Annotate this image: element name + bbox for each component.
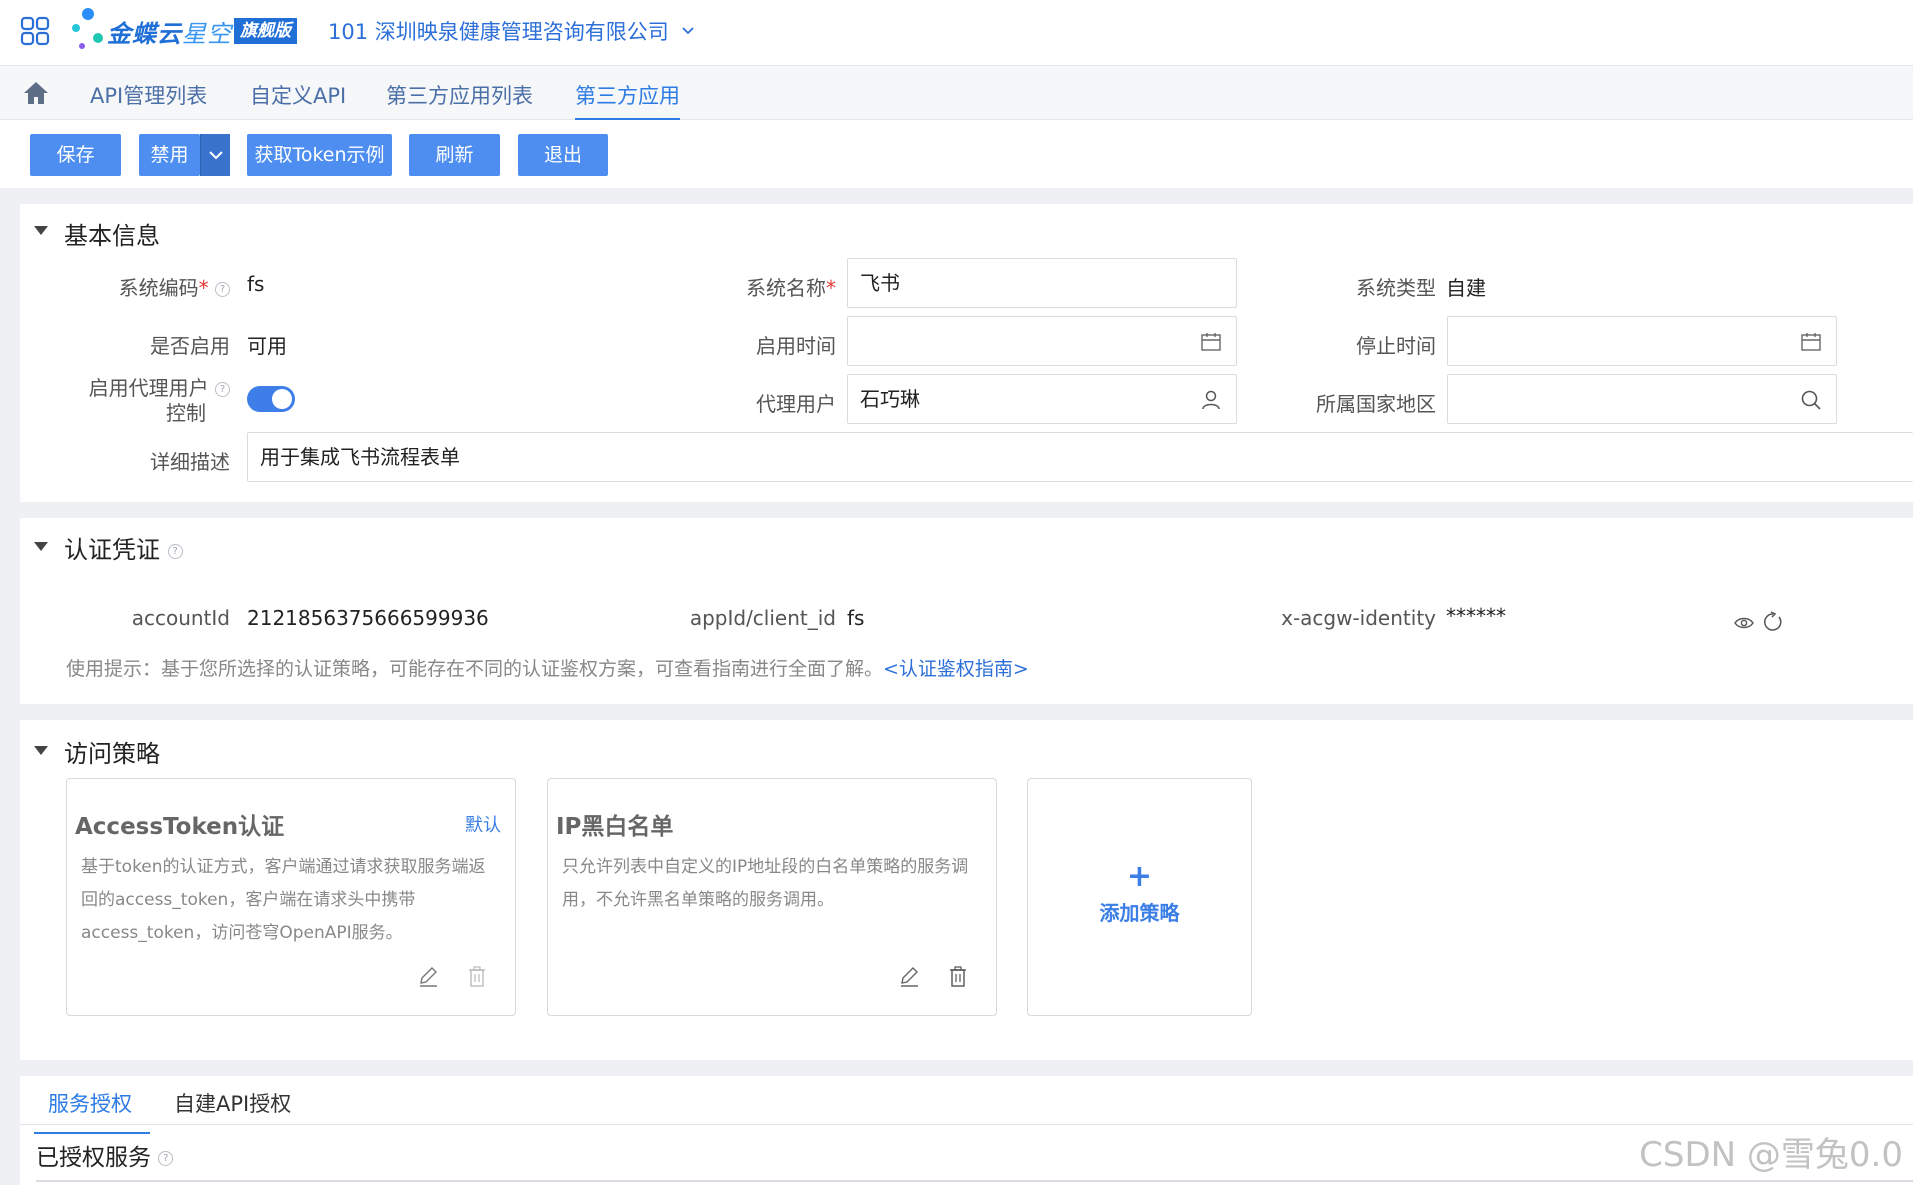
- toggle-knob: [272, 389, 292, 409]
- collapse-triangle-icon[interactable]: [34, 542, 48, 551]
- basic-info-section: 基本信息 系统编码* ? fs 系统名称* 飞书 系统类型 自建 是否启用 可用…: [20, 204, 1913, 502]
- identity-value: ******: [1446, 604, 1506, 628]
- table-header-edge: [36, 1180, 1913, 1185]
- collapse-triangle-icon[interactable]: [34, 746, 48, 755]
- csdn-watermark: CSDN @雪兔0.0: [1639, 1135, 1903, 1175]
- system-name-input[interactable]: 飞书: [847, 258, 1237, 308]
- enabled-value: 可用: [247, 334, 287, 358]
- app-id-label: appId/client_id: [689, 606, 836, 630]
- policy-title: IP黑白名单: [556, 814, 674, 840]
- authorized-services-title: 已授权服务 ?: [36, 1138, 174, 1172]
- tab-custom-api[interactable]: 自定义API: [250, 80, 346, 120]
- identity-label: x-acgw-identity: [1281, 606, 1436, 630]
- proxy-user-label: 代理用户: [756, 392, 836, 416]
- refresh-icon[interactable]: [1762, 611, 1784, 633]
- policy-card-ip-list[interactable]: IP黑白名单 只允许列表中自定义的IP地址段的白名单策略的服务调用，不允许黑名单…: [547, 778, 997, 1016]
- policy-description: 只允许列表中自定义的IP地址段的白名单策略的服务调用，不允许黑名单策略的服务调用…: [562, 857, 969, 910]
- system-type-label: 系统类型: [1356, 276, 1436, 300]
- tab-custom-api-auth[interactable]: 自建API授权: [174, 1088, 291, 1134]
- system-name-label: 系统名称*: [746, 276, 836, 300]
- chevron-down-icon: [209, 151, 223, 160]
- tab-third-party-list[interactable]: 第三方应用列表: [386, 80, 533, 120]
- authorization-section: 服务授权 自建API授权 已授权服务 ?: [20, 1076, 1913, 1185]
- collapse-triangle-icon[interactable]: [34, 226, 48, 235]
- stop-time-label: 停止时间: [1356, 334, 1436, 358]
- chevron-down-icon[interactable]: [680, 22, 696, 38]
- token-example-button[interactable]: 获取Token示例: [247, 134, 392, 176]
- logo-edition-badge: 旗舰版: [234, 18, 297, 44]
- policy-title: AccessToken认证: [75, 814, 285, 840]
- system-code-value: fs: [247, 272, 265, 296]
- home-icon[interactable]: [22, 80, 50, 106]
- enabled-label: 是否启用: [150, 334, 230, 358]
- app-id-value: fs: [847, 606, 865, 630]
- add-policy-button[interactable]: + 添加策略: [1027, 778, 1252, 1016]
- start-time-label: 启用时间: [756, 334, 836, 358]
- edit-icon[interactable]: [898, 965, 920, 989]
- section-title: 访问策略: [64, 740, 160, 768]
- proxy-control-toggle[interactable]: [247, 386, 295, 412]
- app-grid-icon[interactable]: [20, 16, 50, 46]
- tab-service-auth[interactable]: 服务授权: [34, 1088, 150, 1134]
- credentials-tip: 使用提示：基于您所选择的认证策略，可能存在不同的认证鉴权方案，可查看指南进行全面…: [66, 658, 1029, 680]
- exit-button[interactable]: 退出: [518, 134, 608, 176]
- policy-card-accesstoken[interactable]: AccessToken认证 默认 基于token的认证方式，客户端通过请求获取服…: [66, 778, 516, 1016]
- help-icon[interactable]: ?: [167, 543, 183, 559]
- refresh-button[interactable]: 刷新: [409, 134, 500, 176]
- eye-icon[interactable]: [1733, 612, 1755, 634]
- delete-icon[interactable]: [466, 965, 488, 989]
- access-policy-section: 访问策略 AccessToken认证 默认 基于token的认证方式，客户端通过…: [20, 720, 1913, 1060]
- stop-time-input[interactable]: [1447, 316, 1837, 366]
- policy-description: 基于token的认证方式，客户端通过请求获取服务端返回的access_token…: [81, 857, 486, 943]
- save-button[interactable]: 保存: [30, 134, 121, 176]
- help-icon[interactable]: ?: [158, 1151, 174, 1166]
- system-code-label: 系统编码* ?: [80, 272, 230, 301]
- nav-tab-bar: API管理列表 自定义API 第三方应用列表 第三方应用: [0, 66, 1913, 120]
- logo-brand: 金蝶云星空: [107, 20, 232, 48]
- help-icon[interactable]: ?: [215, 382, 230, 397]
- help-icon[interactable]: ?: [215, 282, 230, 297]
- tab-divider: [20, 1124, 1913, 1125]
- default-tag: 默认: [465, 815, 501, 836]
- user-icon[interactable]: [1200, 389, 1222, 411]
- plus-icon: +: [1126, 859, 1153, 894]
- account-id-label: accountId: [131, 606, 230, 630]
- delete-icon[interactable]: [947, 965, 969, 989]
- account-id-value: 2121856375666599936: [247, 606, 489, 630]
- tab-api-list[interactable]: API管理列表: [90, 80, 207, 120]
- start-time-input[interactable]: [847, 316, 1237, 366]
- tab-third-party-app[interactable]: 第三方应用: [575, 80, 680, 120]
- kingdee-logo-icon: [72, 8, 103, 49]
- section-title: 认证凭证 ?: [64, 530, 183, 565]
- description-input[interactable]: 用于集成飞书流程表单: [247, 432, 1913, 482]
- disable-dropdown-button[interactable]: [200, 134, 230, 176]
- proxy-user-input[interactable]: 石巧琳: [847, 374, 1237, 424]
- region-input[interactable]: [1447, 374, 1837, 424]
- proxy-control-label: 启用代理用户 ? 控制: [60, 376, 230, 426]
- search-icon[interactable]: [1800, 389, 1822, 411]
- disable-button[interactable]: 禁用: [139, 134, 200, 176]
- top-bar: 金蝶云星空 旗舰版 101 深圳映泉健康管理咨询有限公司: [0, 0, 1913, 66]
- system-type-value: 自建: [1446, 276, 1486, 300]
- region-label: 所属国家地区: [1316, 392, 1436, 416]
- calendar-icon[interactable]: [1200, 331, 1222, 353]
- toolbar: 保存 禁用 获取Token示例 刷新 退出: [0, 120, 1913, 188]
- auth-guide-link[interactable]: <认证鉴权指南>: [883, 658, 1029, 680]
- section-title: 基本信息: [64, 222, 160, 250]
- add-policy-label: 添加策略: [1099, 901, 1180, 925]
- description-label: 详细描述: [150, 450, 230, 474]
- org-selector[interactable]: 101 深圳映泉健康管理咨询有限公司: [328, 16, 669, 46]
- calendar-icon[interactable]: [1800, 331, 1822, 353]
- credentials-section: 认证凭证 ? accountId 2121856375666599936 app…: [20, 518, 1913, 704]
- edit-icon[interactable]: [417, 965, 439, 989]
